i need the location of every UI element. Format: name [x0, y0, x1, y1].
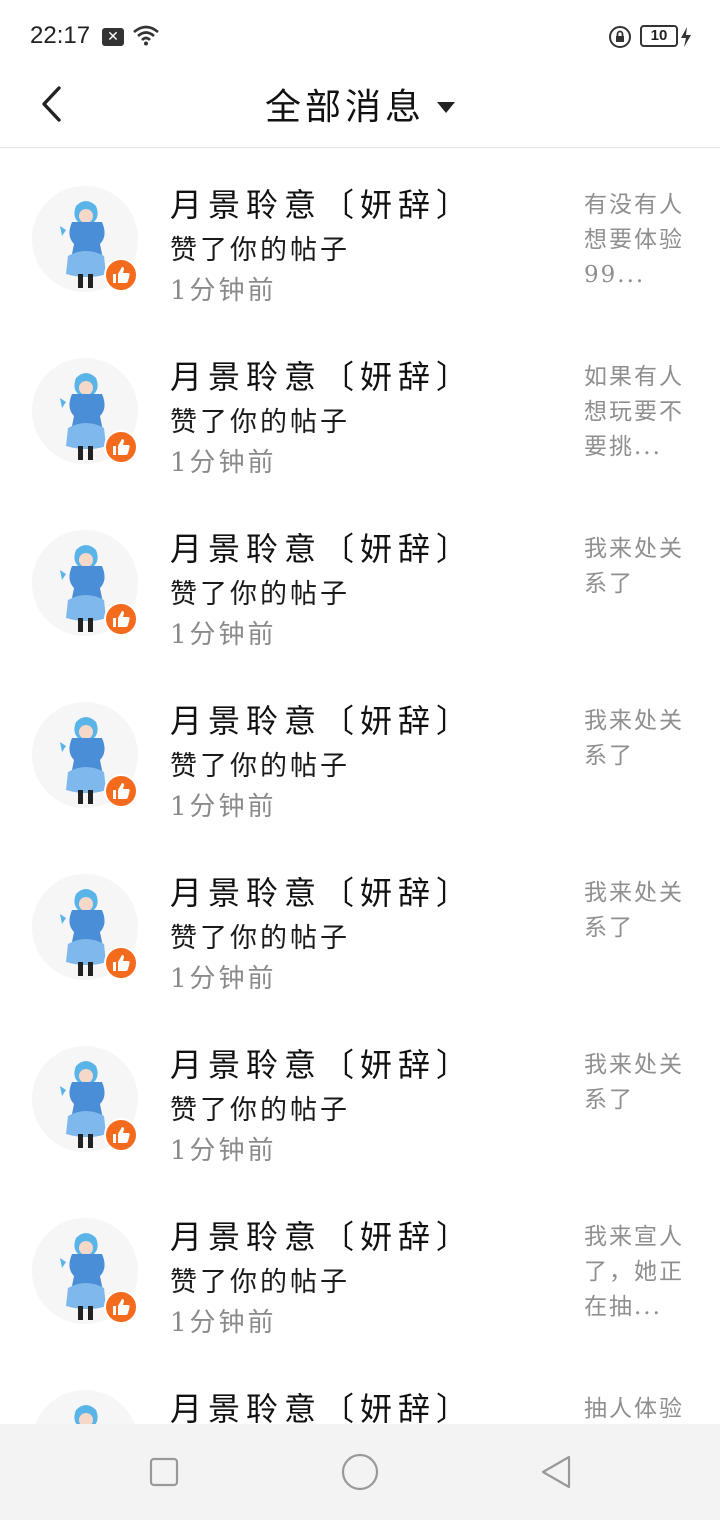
- notification-list: 月景聆意〔妍辞〕 赞了你的帖子 1分钟前 有没有人想要体验99... 月景聆意〔…: [0, 150, 720, 1520]
- back-nav-button[interactable]: [536, 1452, 576, 1492]
- circle-icon: [341, 1453, 379, 1491]
- thumbs-up-icon: [104, 1118, 138, 1152]
- rotation-lock-icon: [609, 26, 631, 48]
- timestamp: 1分钟前: [170, 448, 277, 478]
- post-preview[interactable]: 我来处关系了: [584, 876, 696, 946]
- page-title: 全部消息: [264, 87, 425, 128]
- wifi-icon: [133, 25, 159, 46]
- timestamp: 1分钟前: [170, 1136, 277, 1166]
- action-text: 赞了你的帖子: [170, 579, 350, 610]
- post-preview[interactable]: 如果有人想玩要不要挑...: [584, 360, 696, 465]
- system-nav-bar: [0, 1424, 720, 1520]
- notification-item[interactable]: 月景聆意〔妍辞〕 赞了你的帖子 1分钟前 我来宣人了，她正在抽...: [0, 1182, 720, 1354]
- user-name[interactable]: 月景聆意〔妍辞〕: [170, 1040, 474, 1086]
- action-text: 赞了你的帖子: [170, 407, 350, 438]
- user-name[interactable]: 月景聆意〔妍辞〕: [170, 352, 474, 398]
- message-filter-dropdown[interactable]: 全部消息: [0, 78, 720, 130]
- caret-down-icon: [437, 101, 455, 113]
- charging-icon: [681, 27, 691, 47]
- notification-item[interactable]: 月景聆意〔妍辞〕 赞了你的帖子 1分钟前 我来处关系了: [0, 494, 720, 666]
- user-name[interactable]: 月景聆意〔妍辞〕: [170, 180, 474, 226]
- timestamp: 1分钟前: [170, 964, 277, 994]
- status-bar: 22:17 ✕ 10: [0, 0, 720, 72]
- action-text: 赞了你的帖子: [170, 1095, 350, 1126]
- notification-x-icon: ✕: [102, 28, 124, 46]
- thumbs-up-icon: [104, 602, 138, 636]
- user-name[interactable]: 月景聆意〔妍辞〕: [170, 1212, 474, 1258]
- battery-level: 10: [650, 27, 668, 44]
- timestamp: 1分钟前: [170, 276, 277, 306]
- notification-item[interactable]: 月景聆意〔妍辞〕 赞了你的帖子 1分钟前 我来处关系了: [0, 666, 720, 838]
- timestamp: 1分钟前: [170, 792, 277, 822]
- recent-apps-button[interactable]: [144, 1452, 184, 1492]
- notification-item[interactable]: 月景聆意〔妍辞〕 赞了你的帖子 1分钟前 我来处关系了: [0, 838, 720, 1010]
- post-preview[interactable]: 有没有人想要体验99...: [584, 188, 696, 293]
- header: 全部消息: [0, 72, 720, 148]
- notification-item[interactable]: 月景聆意〔妍辞〕 赞了你的帖子 1分钟前 我来处关系了: [0, 1010, 720, 1182]
- action-text: 赞了你的帖子: [170, 1267, 350, 1298]
- action-text: 赞了你的帖子: [170, 923, 350, 954]
- user-name[interactable]: 月景聆意〔妍辞〕: [170, 868, 474, 914]
- notification-item[interactable]: 月景聆意〔妍辞〕 赞了你的帖子 1分钟前 有没有人想要体验99...: [0, 150, 720, 322]
- notification-item[interactable]: 月景聆意〔妍辞〕 赞了你的帖子 1分钟前 如果有人想玩要不要挑...: [0, 322, 720, 494]
- thumbs-up-icon: [104, 1290, 138, 1324]
- thumbs-up-icon: [104, 430, 138, 464]
- status-time: 22:17: [30, 22, 91, 49]
- timestamp: 1分钟前: [170, 1308, 277, 1338]
- post-preview[interactable]: 我来处关系了: [584, 704, 696, 774]
- post-preview[interactable]: 抽人体验: [584, 1392, 696, 1427]
- post-preview[interactable]: 我来处关系了: [584, 532, 696, 602]
- timestamp: 1分钟前: [170, 620, 277, 650]
- thumbs-up-icon: [104, 774, 138, 808]
- square-icon: [149, 1457, 179, 1487]
- home-button[interactable]: [340, 1452, 380, 1492]
- user-name[interactable]: 月景聆意〔妍辞〕: [170, 696, 474, 742]
- thumbs-up-icon: [104, 946, 138, 980]
- post-preview[interactable]: 我来宣人了，她正在抽...: [584, 1220, 696, 1325]
- action-text: 赞了你的帖子: [170, 751, 350, 782]
- triangle-back-icon: [541, 1455, 571, 1489]
- thumbs-up-icon: [104, 258, 138, 292]
- user-name[interactable]: 月景聆意〔妍辞〕: [170, 524, 474, 570]
- battery-icon: 10: [640, 25, 678, 47]
- action-text: 赞了你的帖子: [170, 235, 350, 266]
- post-preview[interactable]: 我来处关系了: [584, 1048, 696, 1118]
